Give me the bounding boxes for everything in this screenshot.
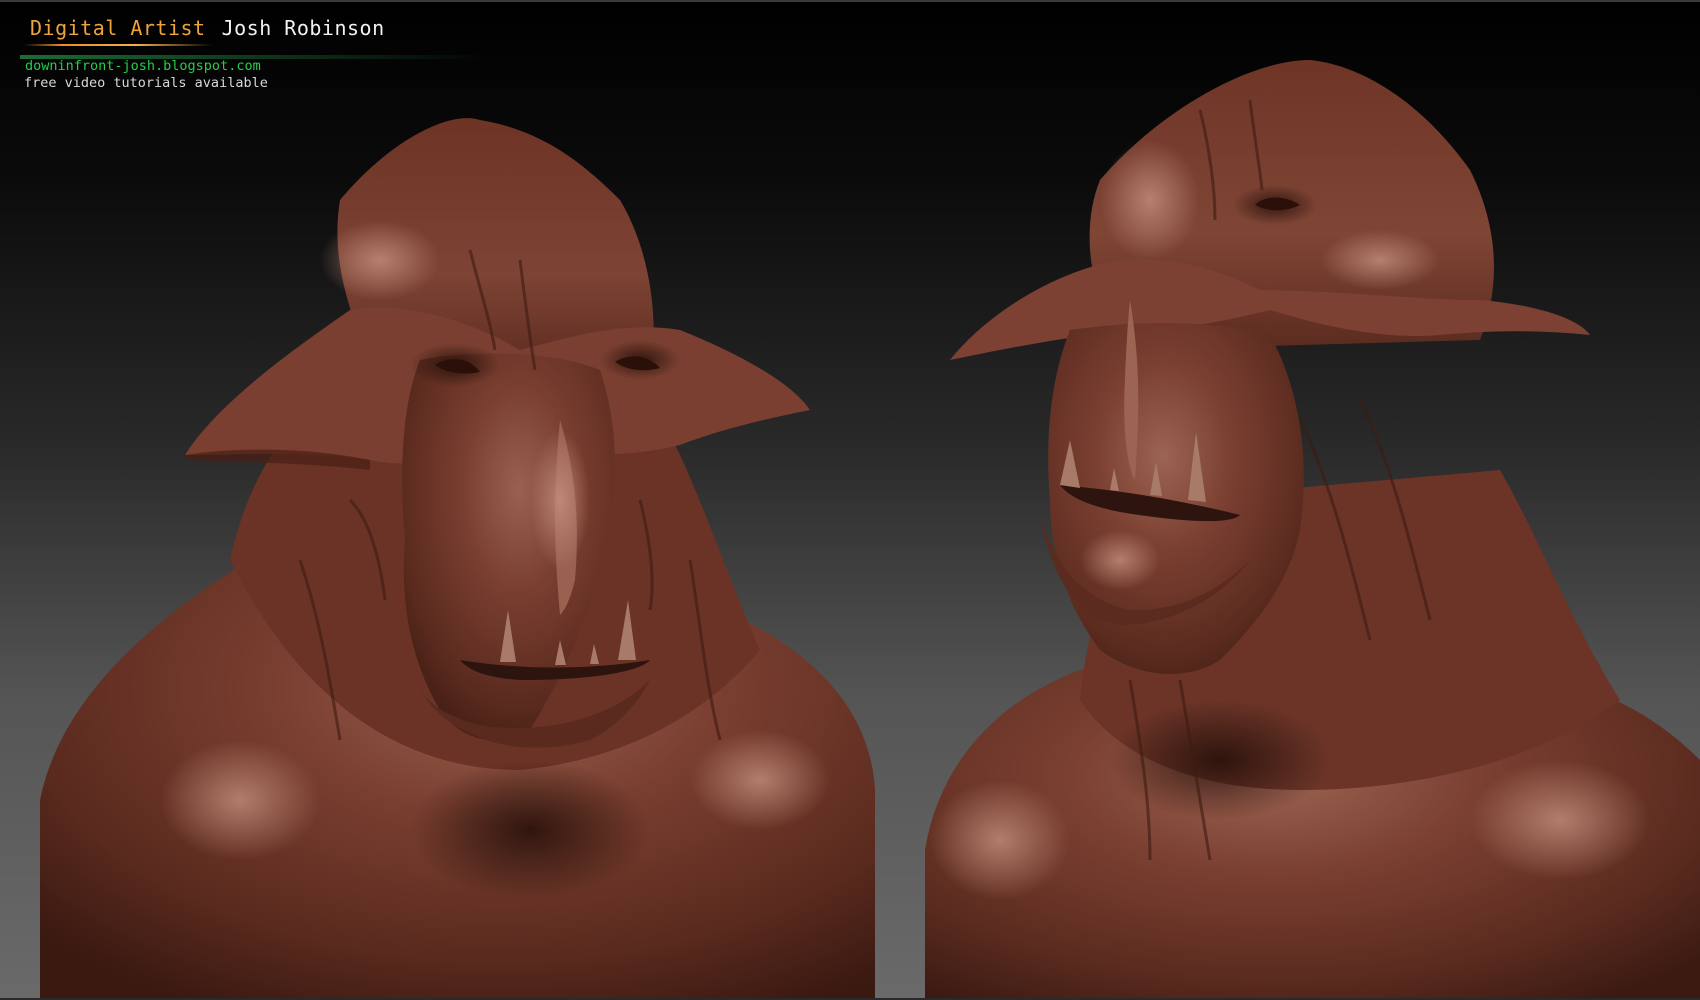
artist-name: Josh Robinson [221,16,385,40]
artist-header: Digital Artist Josh Robinson downinfront… [20,16,490,91]
blog-link[interactable]: downinfront-josh.blogspot.com [20,55,490,74]
sculpt-render [40,60,1700,1000]
right-bust [925,60,1700,1000]
render-viewport: Digital Artist Josh Robinson downinfront… [0,0,1700,1000]
tagline: free video tutorials available [24,75,268,91]
artist-title: Digital Artist Josh Robinson [24,16,385,46]
left-bust [40,118,875,1000]
artist-role: Digital Artist [24,16,212,46]
